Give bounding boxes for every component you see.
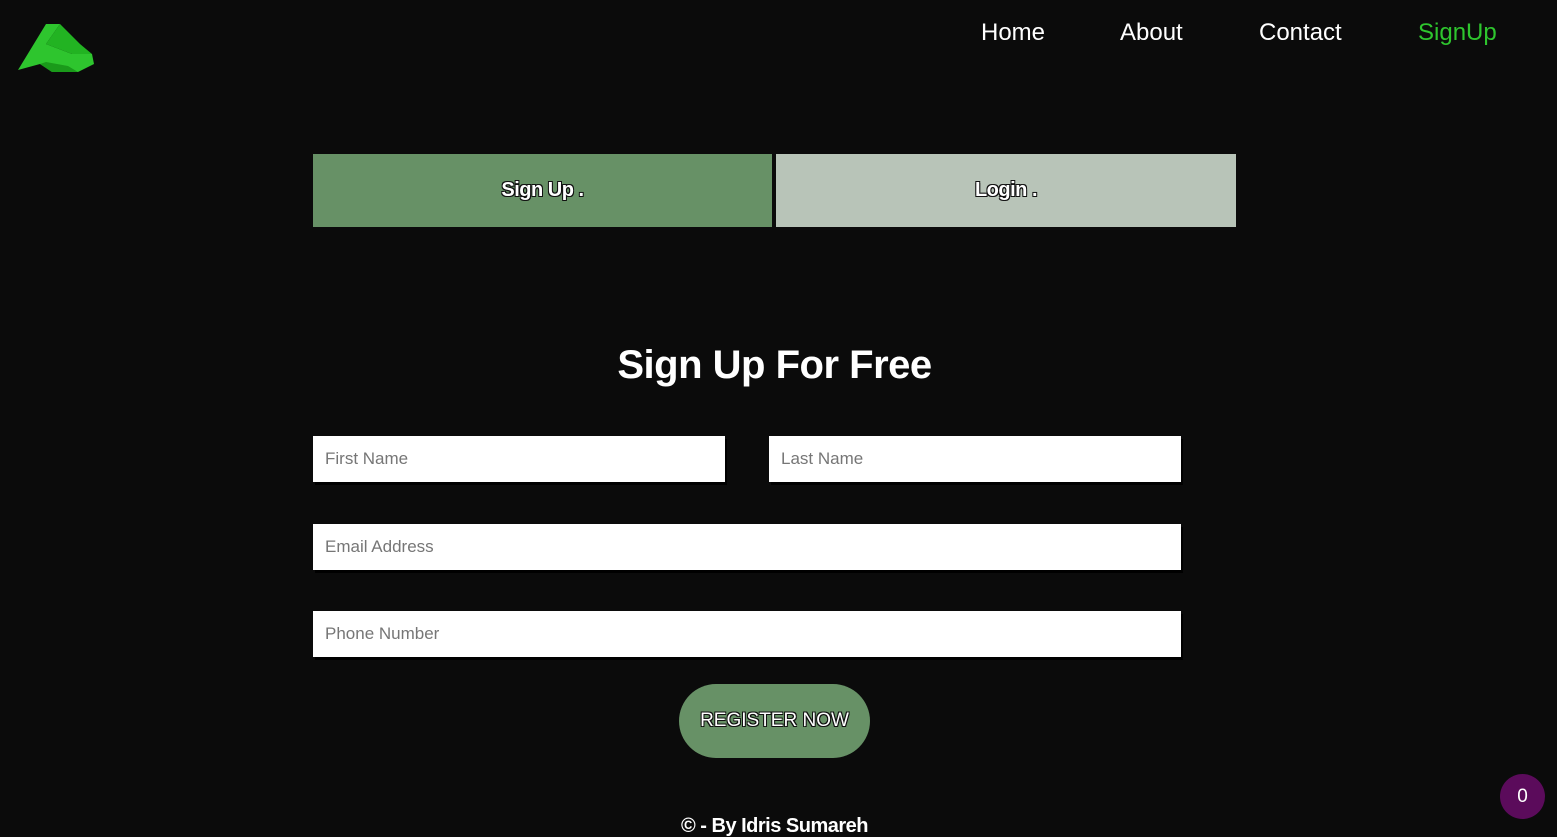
phone-input[interactable] [313,611,1181,657]
nav-about-link[interactable]: About [1120,16,1183,50]
notification-count-badge[interactable]: 0 [1500,774,1545,819]
last-name-input[interactable] [769,436,1181,482]
brand-logo-icon[interactable] [16,20,96,76]
footer-copyright: © - By Idris Sumareh [680,815,869,837]
page: Home About Contact SignUp Sign Up . Logi… [0,0,1557,837]
first-name-input[interactable] [313,436,725,482]
nav-home-link[interactable]: Home [981,16,1045,50]
nav-contact-link[interactable]: Contact [1259,16,1342,50]
email-input[interactable] [313,524,1181,570]
nav-signup-link[interactable]: SignUp [1418,16,1497,50]
tab-login[interactable]: Login . [776,154,1236,227]
register-now-button[interactable]: REGISTER NOW [679,684,870,758]
tab-signup[interactable]: Sign Up . [313,154,772,227]
form-title: Sign Up For Free [617,343,932,387]
